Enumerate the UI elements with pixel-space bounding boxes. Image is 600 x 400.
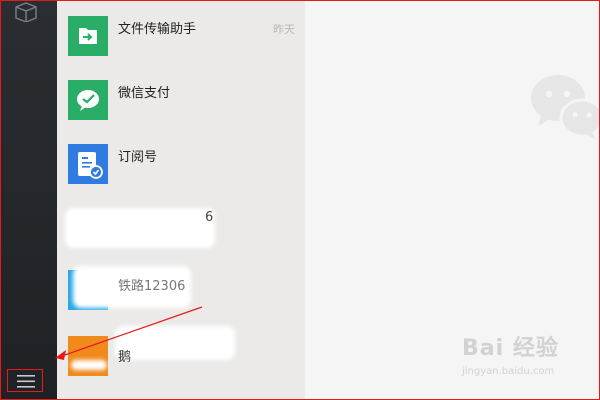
chat-item-redacted[interactable]: 6 <box>57 196 305 260</box>
cube-icon[interactable] <box>14 2 38 22</box>
redaction-block <box>65 208 215 248</box>
subscription-icon <box>68 144 108 184</box>
wechat-logo-icon <box>531 75 600 140</box>
left-sidebar <box>0 0 57 400</box>
redaction-block <box>71 360 107 370</box>
chat-list: 文件传输助手 昨天 微信支付 订阅号 6 铁路12306 鹅 <box>57 0 305 400</box>
chat-name: 微信支付 <box>118 86 171 101</box>
redaction-block <box>115 326 235 360</box>
watermark-main: Bai 经验 <box>462 336 559 361</box>
orange-avatar <box>68 336 108 376</box>
file-transfer-icon <box>68 16 108 56</box>
hamburger-menu-icon <box>17 375 35 388</box>
wechat-pay-icon <box>68 80 108 120</box>
baidu-watermark: Bai 经验 jingyan.baidu.com <box>462 330 592 384</box>
chat-name: 鹅 <box>118 350 132 365</box>
chat-item-subscription[interactable]: 订阅号 <box>57 132 305 196</box>
chat-item-file-transfer[interactable]: 文件传输助手 昨天 <box>57 4 305 68</box>
chat-item-wechat-pay[interactable]: 微信支付 <box>57 68 305 132</box>
menu-button[interactable] <box>7 369 43 392</box>
chat-name: 6 <box>205 210 214 225</box>
chat-name: 文件传输助手 <box>118 22 197 37</box>
chat-item-orange[interactable]: 鹅 <box>57 324 305 388</box>
chat-time: 昨天 <box>273 23 295 36</box>
chat-name: 订阅号 <box>118 150 158 165</box>
chat-item-railway[interactable]: 铁路12306 <box>57 260 305 324</box>
watermark-sub: jingyan.baidu.com <box>462 366 555 377</box>
chat-name: 铁路12306 <box>118 279 186 294</box>
